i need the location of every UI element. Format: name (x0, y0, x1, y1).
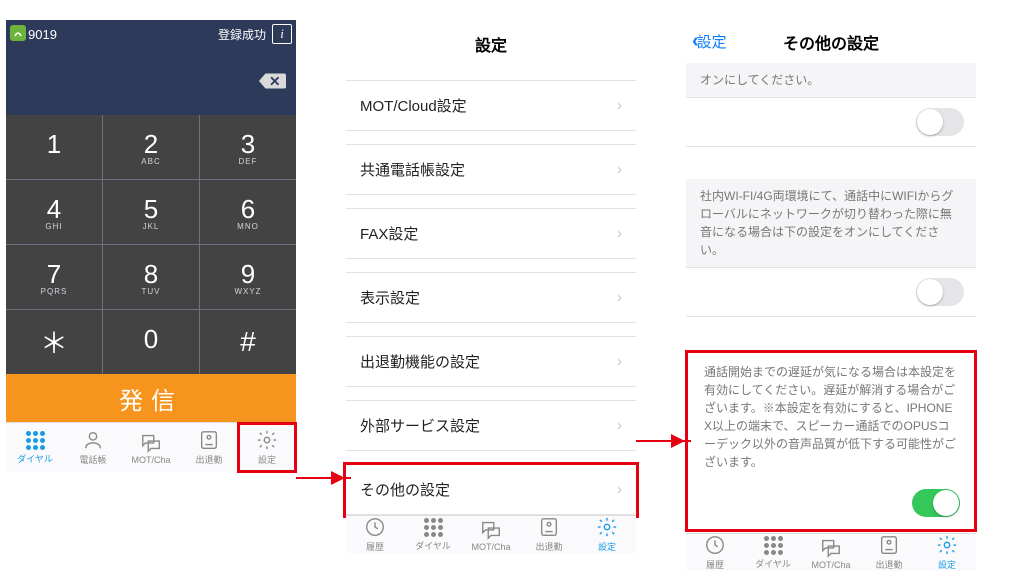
chevron-right-icon: › (617, 289, 622, 306)
row-other-settings[interactable]: その他の設定› (346, 465, 636, 515)
dialer-top-area: 9019 登録成功 i (6, 20, 296, 115)
history-icon (704, 534, 726, 556)
chat-icon (480, 518, 502, 540)
tab-contacts[interactable]: 電話帳 (64, 423, 122, 472)
tab-dial[interactable]: ダイヤル (744, 534, 802, 571)
chat-icon (140, 431, 162, 453)
section-help-2: 社内WI-FI/4G両環境にて、通話中にWIFIからグローバルにネットワークが切… (686, 179, 976, 267)
tab-dial[interactable]: ダイヤル (404, 516, 462, 553)
chevron-right-icon: › (617, 97, 622, 114)
screen-dialer: 9019 登録成功 i 1 2ABC 3DEF 4GHI 5JKL 6MNO 7… (6, 20, 296, 520)
register-status: 登録成功 (218, 26, 266, 43)
dial-icon (764, 536, 783, 555)
dial-icon (26, 431, 45, 450)
flow-arrow-1 (296, 477, 351, 479)
history-icon (364, 516, 386, 538)
key-hash[interactable]: # (200, 310, 296, 374)
tab-chat[interactable]: MOT/Cha (462, 516, 520, 553)
flow-arrow-2 (636, 440, 691, 442)
row-motcloud[interactable]: MOT/Cloud設定› (346, 81, 636, 131)
tab-attendance[interactable]: 出退勤 (520, 516, 578, 553)
gear-icon (256, 429, 278, 451)
row-shared-phonebook[interactable]: 共通電話帳設定› (346, 145, 636, 195)
contacts-icon (82, 429, 104, 451)
key-9[interactable]: 9WXYZ (200, 245, 296, 309)
row-fax[interactable]: FAX設定› (346, 209, 636, 259)
extension-number: 9019 (28, 27, 57, 42)
attendance-icon (878, 534, 900, 556)
settings-list: MOT/Cloud設定› 共通電話帳設定› FAX設定› 表示設定› 出退勤機能… (346, 80, 636, 515)
attendance-icon (538, 516, 560, 538)
backspace-button[interactable] (6, 48, 296, 115)
other-settings-body: オンにしてください。 社内WI-FI/4G両環境にて、通話中にWIFIからグロー… (686, 63, 976, 533)
other-settings-title: その他の設定 (686, 30, 976, 54)
section-help-1: オンにしてください。 (686, 63, 976, 97)
tab-settings[interactable]: 設定 (238, 423, 296, 472)
key-4[interactable]: 4GHI (6, 180, 102, 244)
tab-dial[interactable]: ダイヤル (6, 423, 64, 472)
section-help-3: 通話開始までの遅延が気になる場合は本設定を有効にしてください。遅延が解消する場合… (690, 355, 972, 479)
gear-icon (936, 534, 958, 556)
info-icon[interactable]: i (272, 24, 292, 44)
keypad: 1 2ABC 3DEF 4GHI 5JKL 6MNO 7PQRS 8TUV 9W… (6, 115, 296, 374)
chevron-right-icon: › (617, 353, 622, 370)
chevron-right-icon: › (617, 225, 622, 242)
nav-other-settings: ‹設定 その他の設定 (686, 20, 976, 63)
key-7[interactable]: 7PQRS (6, 245, 102, 309)
settings-title: 設定 (346, 20, 636, 80)
toggle-2[interactable] (916, 278, 964, 306)
tabbar-dialer: ダイヤル 電話帳 MOT/Cha 出退勤 設定 (6, 422, 296, 472)
chevron-right-icon: › (617, 417, 622, 434)
tab-attendance[interactable]: 出退勤 (180, 423, 238, 472)
row-display[interactable]: 表示設定› (346, 273, 636, 323)
tabbar-settings: 履歴 ダイヤル MOT/Cha 出退勤 設定 (346, 515, 636, 553)
screen-other-settings: ‹設定 その他の設定 オンにしてください。 社内WI-FI/4G両環境にて、通話… (686, 20, 976, 520)
app-icon (10, 25, 26, 44)
toggle-3[interactable] (912, 489, 960, 517)
tab-settings[interactable]: 設定 (918, 534, 976, 571)
attendance-icon (198, 429, 220, 451)
call-button[interactable]: 発信 (6, 374, 296, 422)
tab-chat[interactable]: MOT/Cha (122, 423, 180, 472)
tab-attendance[interactable]: 出退勤 (860, 534, 918, 571)
row-external-service[interactable]: 外部サービス設定› (346, 401, 636, 451)
chevron-right-icon: › (617, 161, 622, 178)
key-3[interactable]: 3DEF (200, 115, 296, 179)
tab-history[interactable]: 履歴 (686, 534, 744, 571)
key-8[interactable]: 8TUV (103, 245, 199, 309)
toggle-row-2 (686, 267, 976, 317)
toggle-row-3 (690, 479, 972, 527)
toggle-row-1 (686, 97, 976, 147)
key-0[interactable]: 0 (103, 310, 199, 374)
key-star[interactable]: ＊ (6, 310, 102, 374)
key-6[interactable]: 6MNO (200, 180, 296, 244)
highlighted-section: 通話開始までの遅延が気になる場合は本設定を有効にしてください。遅延が解消する場合… (690, 355, 972, 527)
tab-history[interactable]: 履歴 (346, 516, 404, 553)
key-2[interactable]: 2ABC (103, 115, 199, 179)
screen-settings: 設定 MOT/Cloud設定› 共通電話帳設定› FAX設定› 表示設定› 出退… (346, 20, 636, 520)
key-5[interactable]: 5JKL (103, 180, 199, 244)
status-line: 9019 登録成功 i (6, 20, 296, 48)
gear-icon (596, 516, 618, 538)
key-1[interactable]: 1 (6, 115, 102, 179)
row-attendance-settings[interactable]: 出退勤機能の設定› (346, 337, 636, 387)
dial-icon (424, 518, 443, 537)
toggle-1[interactable] (916, 108, 964, 136)
tab-settings[interactable]: 設定 (578, 516, 636, 553)
chevron-right-icon: › (617, 481, 622, 498)
back-button[interactable]: ‹設定 (692, 30, 727, 53)
tab-chat[interactable]: MOT/Cha (802, 534, 860, 571)
